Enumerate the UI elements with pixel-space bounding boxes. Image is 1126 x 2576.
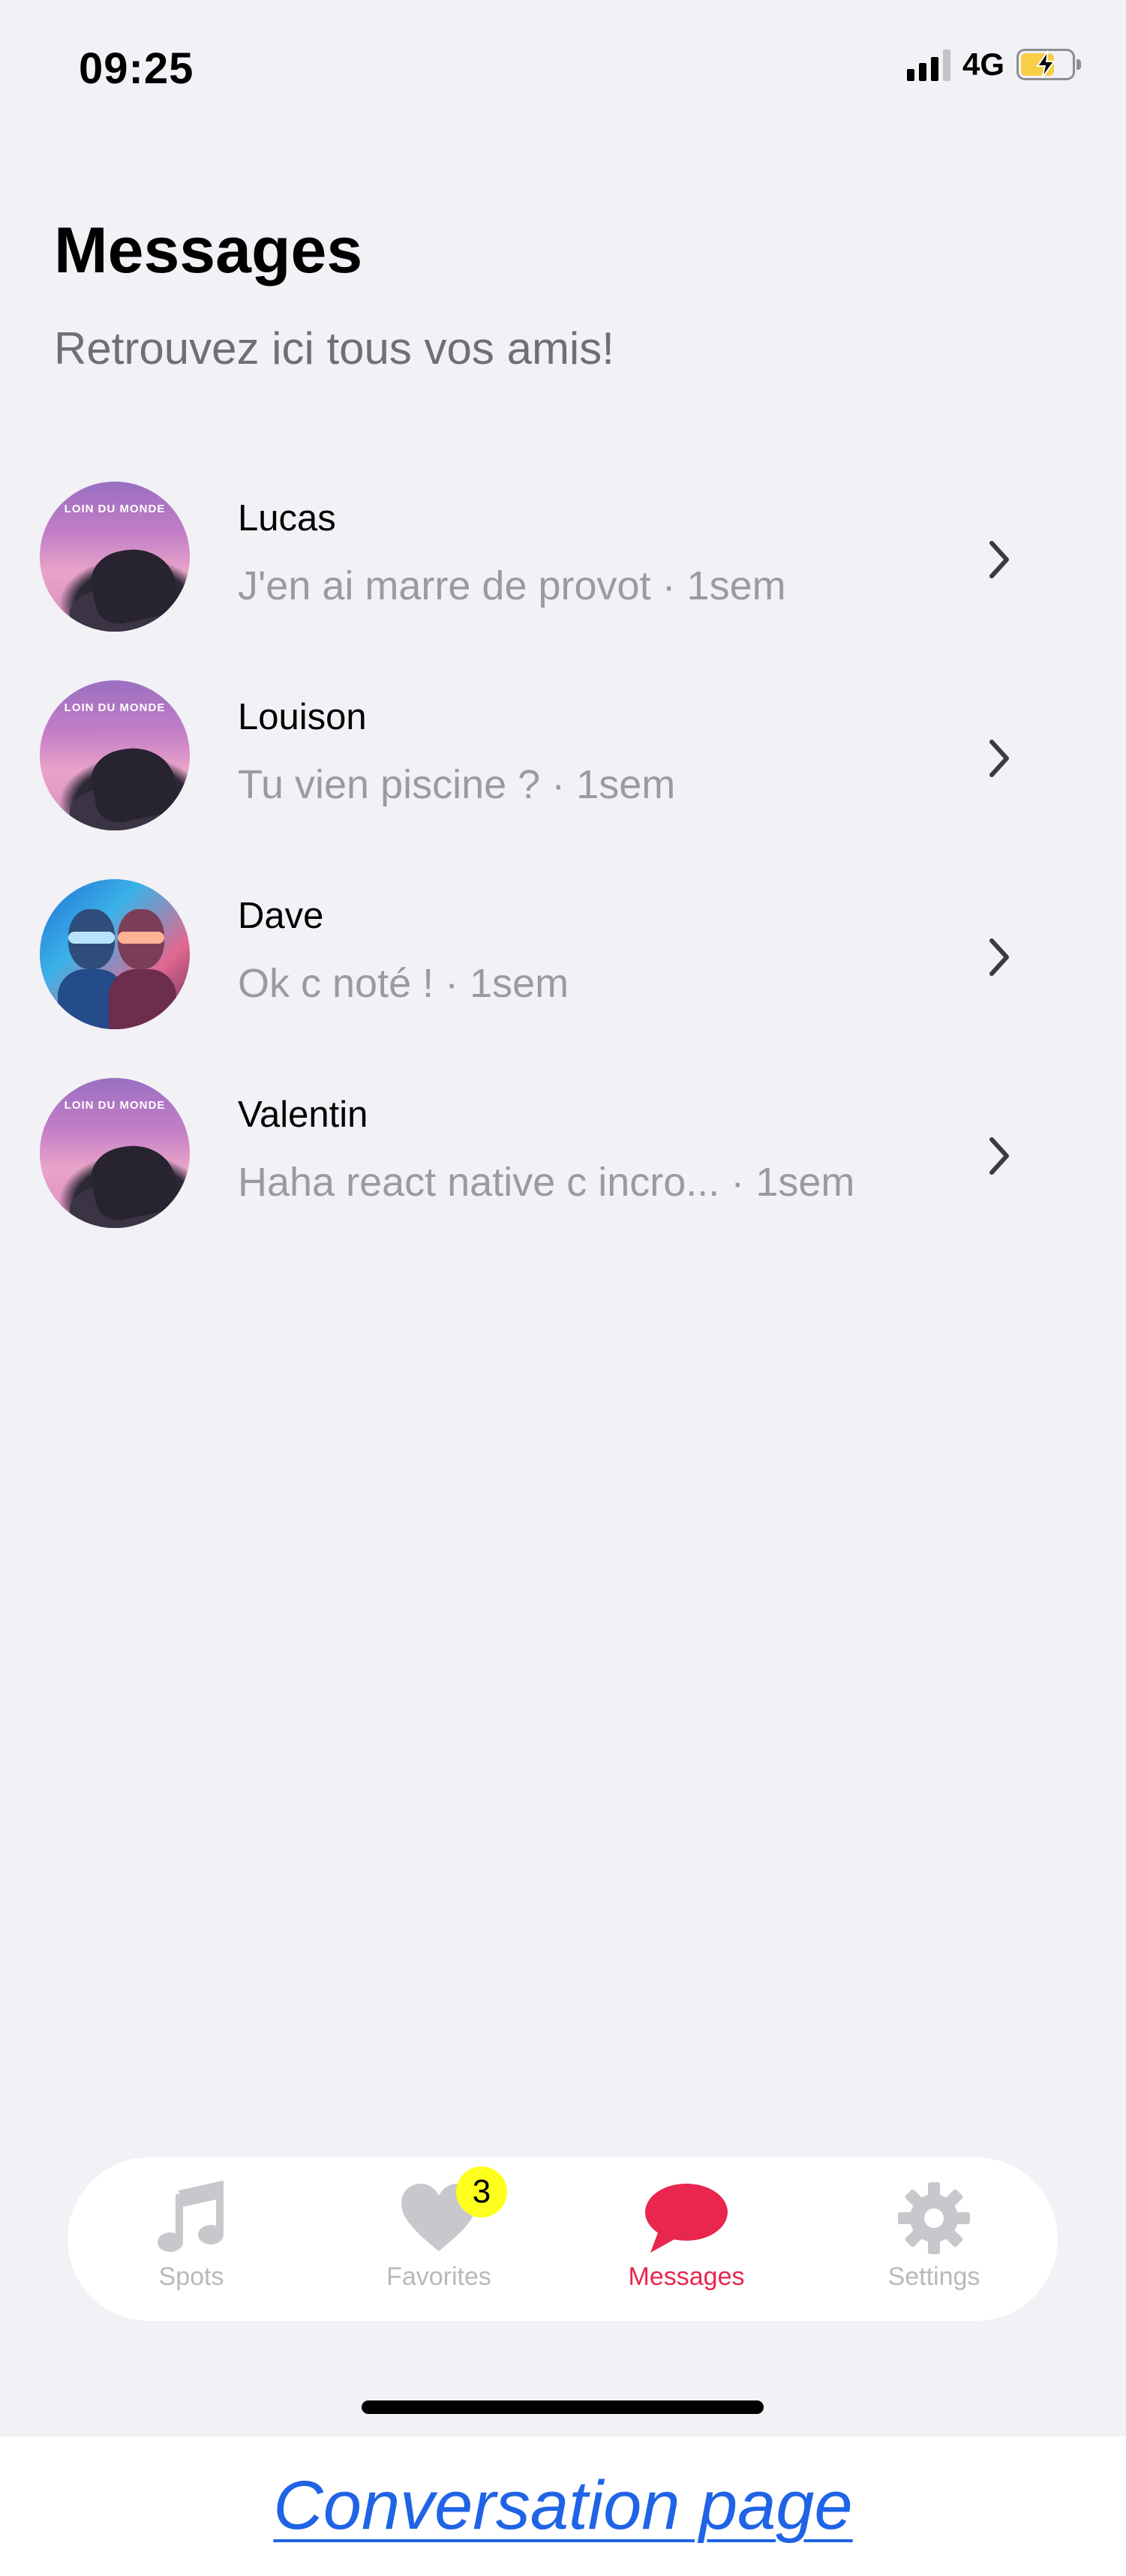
conversation-item-valentin[interactable]: LOIN DU MONDE Valentin Haha react native… bbox=[0, 1061, 1126, 1260]
chevron-right-icon bbox=[989, 1137, 1009, 1175]
chevron-right-icon bbox=[989, 938, 1009, 976]
conversation-preview: Ok c noté ! · 1sem bbox=[238, 961, 569, 1006]
tab-label: Spots bbox=[158, 2262, 224, 2291]
page-caption: Conversation page bbox=[273, 2467, 853, 2544]
conversation-preview: Haha react native c incro... · 1sem bbox=[238, 1160, 855, 1205]
tab-label: Favorites bbox=[386, 2262, 491, 2291]
avatar: LOIN DU MONDE bbox=[40, 1078, 190, 1228]
tab-settings[interactable]: Settings bbox=[810, 2157, 1058, 2321]
conversation-name: Lucas bbox=[238, 498, 336, 539]
status-indicators: 4G bbox=[906, 47, 1081, 83]
conversation-name: Dave bbox=[238, 896, 324, 936]
chat-bubble-icon bbox=[645, 2184, 728, 2253]
music-note-icon bbox=[158, 2181, 224, 2252]
album-cover-text: LOIN DU MONDE bbox=[64, 1099, 166, 1112]
conversation-preview: J'en ai marre de provot · 1sem bbox=[238, 563, 786, 608]
avatar: LOIN DU MONDE bbox=[40, 482, 190, 632]
tab-label: Messages bbox=[628, 2262, 745, 2291]
tab-favorites[interactable]: 3 Favorites bbox=[315, 2157, 563, 2321]
album-cover-text: LOIN DU MONDE bbox=[64, 701, 166, 714]
chevron-right-icon bbox=[989, 541, 1009, 578]
avatar: LOIN DU MONDE bbox=[40, 680, 190, 830]
chevron-right-icon bbox=[989, 740, 1009, 777]
messages-screen: 09:25 4G Messages Retrouvez ici tous vos… bbox=[0, 0, 1126, 2436]
status-time: 09:25 bbox=[79, 44, 194, 93]
conversation-list: LOIN DU MONDE Lucas J'en ai marre de pro… bbox=[0, 465, 1126, 1260]
conversation-item-dave[interactable]: Dave Ok c noté ! · 1sem bbox=[0, 863, 1126, 1061]
conversation-item-louison[interactable]: LOIN DU MONDE Louison Tu vien piscine ? … bbox=[0, 664, 1126, 863]
tab-label: Settings bbox=[887, 2262, 980, 2291]
home-indicator[interactable] bbox=[362, 2400, 764, 2414]
gear-icon bbox=[898, 2182, 970, 2254]
battery-icon bbox=[1016, 49, 1081, 80]
page-title: Messages bbox=[54, 215, 363, 287]
signal-icon bbox=[906, 48, 950, 81]
album-cover-text: LOIN DU MONDE bbox=[64, 503, 166, 515]
avatar bbox=[40, 879, 190, 1029]
tab-spots[interactable]: Spots bbox=[68, 2157, 315, 2321]
conversation-name: Louison bbox=[238, 697, 367, 737]
tab-bar: Spots 3 Favorites Messages Settings bbox=[68, 2157, 1058, 2321]
conversation-item-lucas[interactable]: LOIN DU MONDE Lucas J'en ai marre de pro… bbox=[0, 465, 1126, 664]
conversation-name: Valentin bbox=[238, 1094, 368, 1135]
favorites-badge: 3 bbox=[456, 2166, 507, 2217]
network-type: 4G bbox=[962, 47, 1004, 82]
tab-messages[interactable]: Messages bbox=[563, 2157, 810, 2321]
conversation-preview: Tu vien piscine ? · 1sem bbox=[238, 762, 676, 807]
page-subtitle: Retrouvez ici tous vos amis! bbox=[54, 323, 614, 374]
